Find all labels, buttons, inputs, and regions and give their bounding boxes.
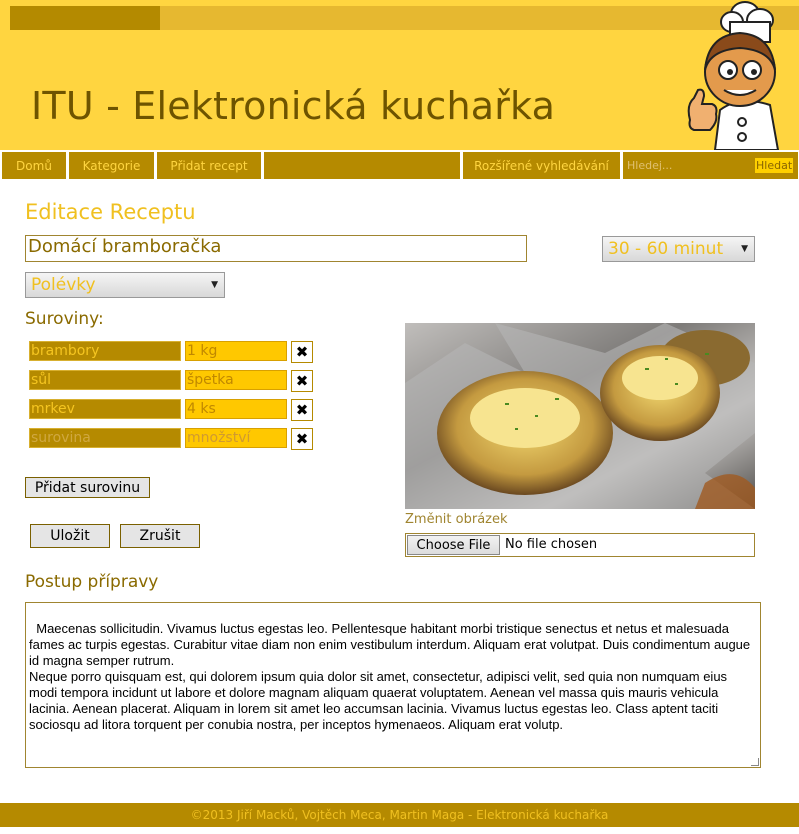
chef-mascot-icon — [687, 1, 780, 150]
cancel-button[interactable]: Zrušit — [120, 524, 200, 548]
site-title: ITU - Elektronická kuchařka — [31, 84, 556, 128]
resize-handle-icon[interactable] — [751, 758, 759, 766]
procedure-heading: Postup přípravy — [25, 572, 159, 592]
file-status-text: No file chosen — [505, 537, 598, 552]
chevron-down-icon: ▼ — [211, 280, 218, 290]
search-button[interactable]: Hledat — [755, 158, 794, 173]
delete-ingredient-button[interactable]: ✖ — [291, 341, 313, 363]
chevron-down-icon: ▼ — [741, 244, 748, 254]
ingredient-qty-input[interactable]: množství — [185, 428, 287, 448]
ingredient-qty-input[interactable]: 1 kg — [185, 341, 287, 361]
nav-item-categories[interactable]: Kategorie — [69, 152, 154, 179]
nav-item-home[interactable]: Domů — [2, 152, 66, 179]
nav-item-add-recipe[interactable]: Přidat recept — [157, 152, 261, 179]
ingredient-name-input[interactable]: surovina — [29, 428, 181, 448]
close-icon: ✖ — [295, 430, 309, 448]
search-input[interactable] — [627, 156, 755, 175]
recipe-name-input[interactable]: Domácí bramboračka — [25, 235, 527, 262]
category-select-value: Polévky — [31, 275, 96, 295]
ingredient-name-input[interactable]: brambory — [29, 341, 181, 361]
close-icon: ✖ — [295, 401, 309, 419]
header-top-bar-accent — [10, 6, 160, 30]
recipe-image — [405, 323, 755, 509]
main-nav: Domů Kategorie Přidat recept Rozšířené v… — [0, 150, 799, 180]
delete-ingredient-button[interactable]: ✖ — [291, 428, 313, 450]
ingredient-name-input[interactable]: sůl — [29, 370, 181, 390]
nav-item-advanced-search[interactable]: Rozšířené vyhledávání — [463, 152, 620, 179]
ingredients-heading: Suroviny: — [25, 309, 104, 329]
delete-ingredient-button[interactable]: ✖ — [291, 370, 313, 392]
add-ingredient-button[interactable]: Přidat surovinu — [25, 477, 150, 498]
delete-ingredient-button[interactable]: ✖ — [291, 399, 313, 421]
procedure-textarea[interactable]: Maecenas sollicitudin. Vivamus luctus eg… — [25, 602, 761, 768]
footer: ©2013 Jiří Macků, Vojtěch Meca, Martin M… — [0, 803, 799, 827]
site-header: ITU - Elektronická kuchařka — [0, 0, 799, 150]
ingredient-qty-input[interactable]: špetka — [185, 370, 287, 390]
close-icon: ✖ — [295, 343, 309, 361]
ingredient-qty-input[interactable]: 4 ks — [185, 399, 287, 419]
change-image-link[interactable]: Změnit obrázek — [405, 512, 508, 527]
time-select-value: 30 - 60 minut — [608, 239, 724, 259]
close-icon: ✖ — [295, 372, 309, 390]
choose-file-button[interactable]: Choose File — [407, 535, 500, 555]
file-input[interactable]: Choose File No file chosen — [405, 533, 755, 557]
time-select[interactable]: 30 - 60 minut ▼ — [602, 236, 755, 262]
category-select[interactable]: Polévky ▼ — [25, 272, 225, 298]
nav-item-empty — [264, 152, 460, 179]
ingredient-name-input[interactable]: mrkev — [29, 399, 181, 419]
save-button[interactable]: Uložit — [30, 524, 110, 548]
page-title: Editace Receptu — [25, 200, 196, 224]
procedure-text: Maecenas sollicitudin. Vivamus luctus eg… — [29, 621, 751, 732]
